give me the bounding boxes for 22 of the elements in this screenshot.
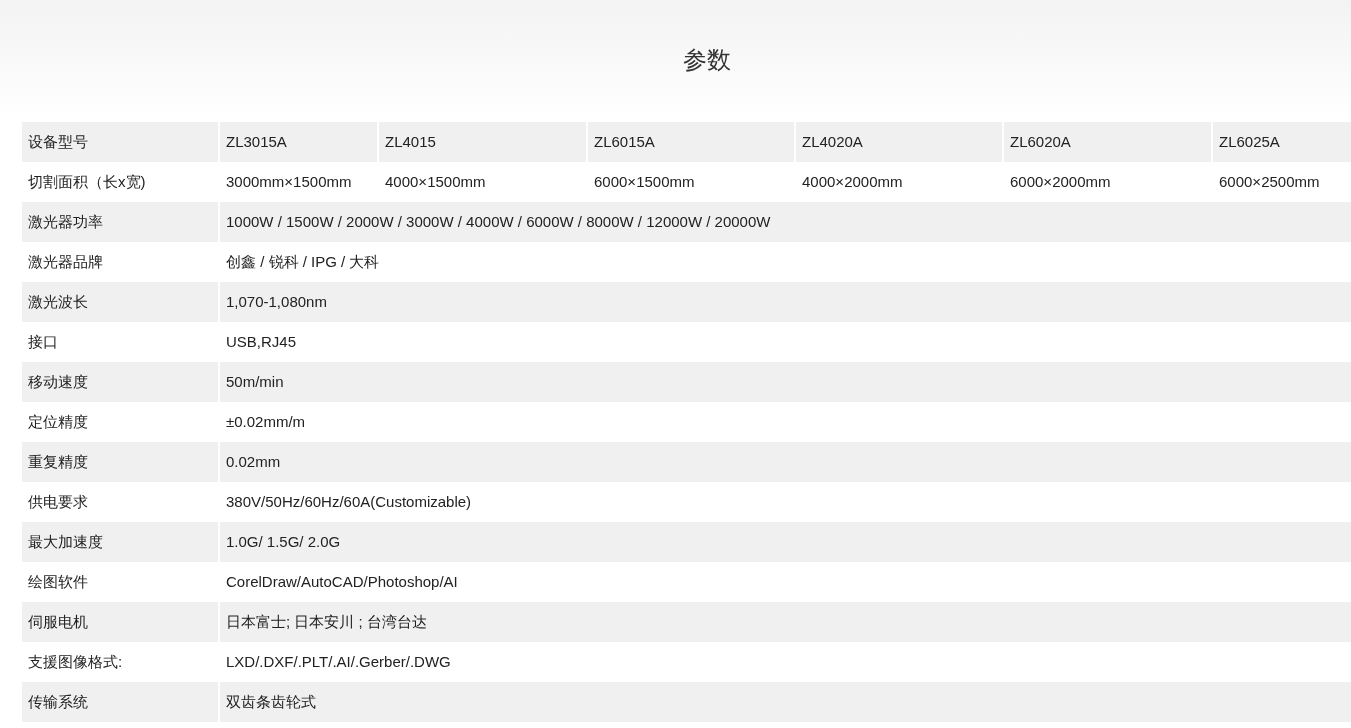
table-cell: ZL6020A <box>1004 122 1211 162</box>
row-label: 重复精度 <box>22 442 218 482</box>
row-label: 激光波长 <box>22 282 218 322</box>
table-cell: 1000W / 1500W / 2000W / 3000W / 4000W / 6000W / 8000W / 12000W / 20000W <box>220 202 1351 242</box>
table-cell: 50m/min <box>220 362 1351 402</box>
table-cell: ZL6015A <box>588 122 794 162</box>
table-cell: 1.0G/ 1.5G/ 2.0G <box>220 522 1351 562</box>
table-cell: ZL6025A <box>1213 122 1351 162</box>
table-cell: 0.02mm <box>220 442 1351 482</box>
table-cell: 双齿条齿轮式 <box>220 682 1351 722</box>
table-cell: ZL3015A <box>220 122 377 162</box>
table-cell: ZL4020A <box>796 122 1002 162</box>
page-title: 参数 <box>682 45 731 75</box>
table-cell: 日本富士; 日本安川 ; 台湾台达 <box>220 602 1351 642</box>
row-label: 激光器功率 <box>22 202 218 242</box>
table-cell: ZL4015 <box>379 122 586 162</box>
table-cell: 1,070-1,080nm <box>220 282 1351 322</box>
row-label: 移动速度 <box>22 362 218 402</box>
row-label: 传输系统 <box>22 682 218 722</box>
row-label: 设备型号 <box>22 122 218 162</box>
row-label: 伺服电机 <box>22 602 218 642</box>
row-label: 最大加速度 <box>22 522 218 562</box>
